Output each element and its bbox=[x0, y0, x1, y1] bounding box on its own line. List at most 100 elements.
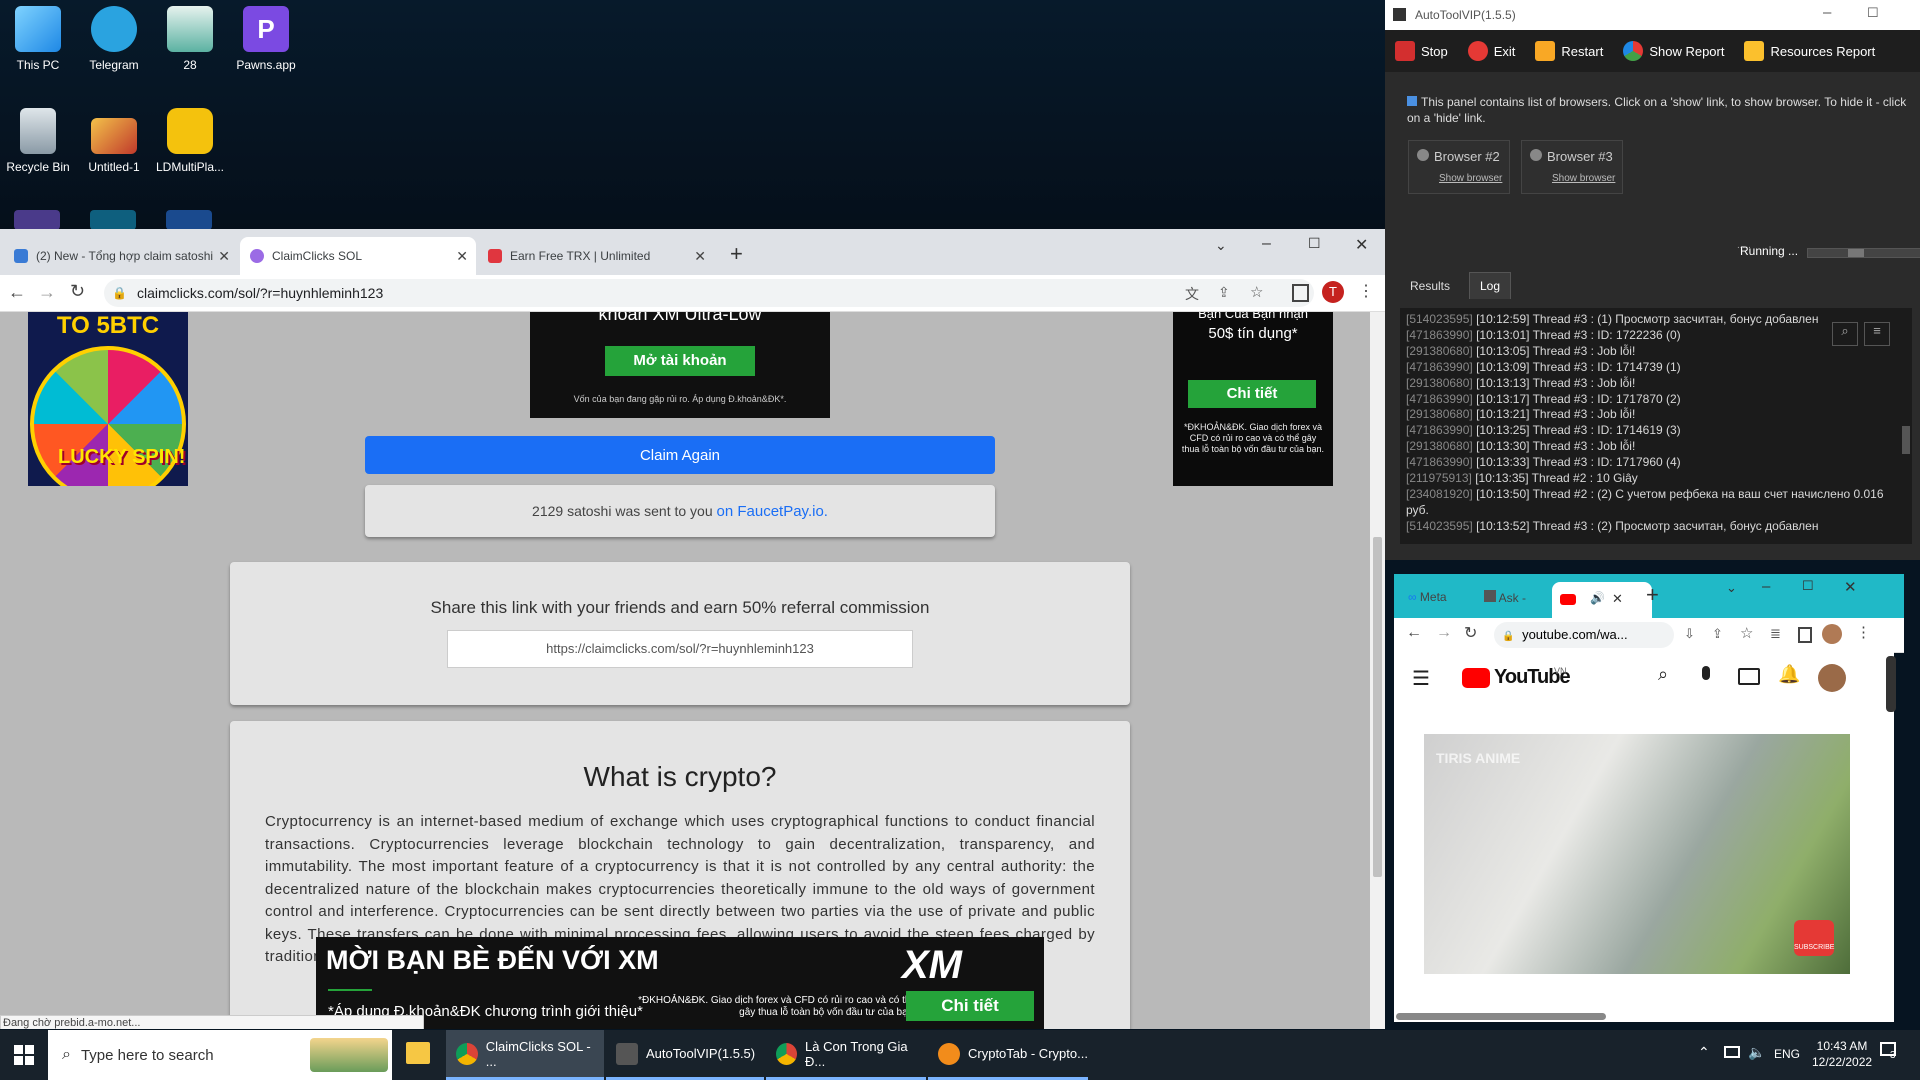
referral-link-field[interactable]: https://claimclicks.com/sol/?r=huynhlemi… bbox=[447, 630, 913, 668]
xm-right-ad[interactable]: Bạn Của Bạn nhận 50$ tín dụng* Chi tiết … bbox=[1173, 312, 1333, 486]
tab-tong-hop[interactable]: (2) New - Tổng hợp claim satoshi ✕ bbox=[4, 237, 238, 275]
video-player[interactable]: TIRIS ANIME SUBSCRIBE bbox=[1424, 734, 1850, 974]
new-tab-icon[interactable]: + bbox=[730, 241, 743, 267]
back-icon[interactable]: ← bbox=[1406, 624, 1422, 642]
desktop-icon-untitled[interactable]: Untitled-1 bbox=[76, 108, 152, 174]
clock[interactable]: 10:43 AM 12/22/2022 bbox=[1812, 1038, 1872, 1070]
windows-start-icon[interactable] bbox=[14, 1045, 34, 1065]
share-icon[interactable]: ⇪ bbox=[1712, 626, 1723, 642]
ad-details-button[interactable]: Chi tiết bbox=[906, 991, 1034, 1021]
volume-icon[interactable]: 🔈 bbox=[1748, 1044, 1765, 1061]
tab-ask[interactable]: Ask - bbox=[1484, 590, 1526, 605]
microphone-icon[interactable] bbox=[1702, 666, 1710, 680]
menu-icon[interactable]: ≡ bbox=[1864, 322, 1890, 346]
taskbar-app-cryptotab[interactable]: CryptoTab - Crypto... bbox=[928, 1030, 1088, 1080]
show-report-button[interactable]: Show Report bbox=[1623, 41, 1724, 61]
translate-icon[interactable]: 文 bbox=[1185, 284, 1199, 304]
maximize-icon[interactable]: ☐ bbox=[1308, 235, 1321, 252]
taskbar-app-autotool[interactable]: AutoToolVIP(1.5.5) bbox=[606, 1030, 764, 1080]
file-explorer-icon[interactable] bbox=[406, 1042, 430, 1064]
search-icon[interactable]: ⌕ bbox=[1658, 664, 1668, 685]
profile-avatar[interactable] bbox=[1822, 624, 1842, 644]
log-scrollbar[interactable] bbox=[1900, 308, 1912, 544]
app-icon[interactable] bbox=[14, 210, 60, 230]
tab-search-chevron-icon[interactable]: ⌄ bbox=[1215, 237, 1227, 254]
omnibox[interactable]: 🔒 youtube.com/wa... bbox=[1494, 622, 1674, 648]
stop-button[interactable]: Stop bbox=[1395, 41, 1448, 61]
desktop-icon-ldmultiplayer[interactable]: LDMultiPla... bbox=[152, 108, 228, 174]
ad-open-account-button[interactable]: Mở tài khoản bbox=[605, 346, 755, 376]
resources-report-button[interactable]: Resources Report bbox=[1744, 41, 1875, 61]
reload-icon[interactable]: ↻ bbox=[70, 281, 85, 302]
taskbar-app-chrome2[interactable]: Là Con Trong Gia Đ... bbox=[766, 1030, 926, 1080]
xm-bottom-ad[interactable]: MỜI BẠN BÈ ĐẾN VỚI XM *Áp dụng Đ.khoản&Đ… bbox=[316, 937, 1044, 1029]
input-language[interactable]: ENG bbox=[1774, 1047, 1800, 1061]
horizontal-scrollbar[interactable] bbox=[1396, 1013, 1606, 1020]
reading-list-icon[interactable]: ≣ bbox=[1770, 626, 1781, 642]
psd-file-icon[interactable] bbox=[166, 210, 212, 230]
taskbar-search-box[interactable]: ⌕ Type here to search bbox=[48, 1030, 392, 1080]
scrollbar-thumb[interactable] bbox=[1902, 426, 1910, 454]
page-scrollbar[interactable] bbox=[1370, 312, 1385, 1029]
bookmark-star-icon[interactable]: ☆ bbox=[1740, 624, 1753, 642]
desktop-icon-28[interactable]: 28 bbox=[152, 6, 228, 72]
profile-avatar[interactable]: T bbox=[1322, 281, 1344, 303]
show-browser-link[interactable]: Show browser bbox=[1552, 173, 1615, 184]
side-panel-icon[interactable] bbox=[1798, 627, 1812, 643]
lucky-spin-ad[interactable]: TO 5BTC LUCKY SPIN! bbox=[28, 312, 188, 486]
close-tab-icon[interactable]: ✕ bbox=[694, 248, 706, 265]
chrome-menu-icon[interactable]: ⋮ bbox=[1856, 623, 1871, 641]
bell-icon[interactable]: 🔔 bbox=[1778, 664, 1800, 685]
bookmark-star-icon[interactable]: ☆ bbox=[1250, 283, 1263, 301]
claim-again-button[interactable]: Claim Again bbox=[365, 436, 995, 474]
show-browser-link[interactable]: Show browser bbox=[1439, 173, 1502, 184]
minimize-icon[interactable]: – bbox=[1262, 235, 1271, 253]
exit-button[interactable]: Exit bbox=[1467, 41, 1515, 61]
tab-search-chevron-icon[interactable]: ⌄ bbox=[1726, 580, 1737, 596]
search-icon[interactable]: ⌕ bbox=[1832, 322, 1858, 346]
app-icon[interactable] bbox=[90, 210, 136, 230]
omnibox[interactable]: 🔒 claimclicks.com/sol/?r=huynhleminh123 bbox=[104, 279, 1314, 307]
tab-meta[interactable]: ∞ Meta bbox=[1408, 590, 1447, 604]
close-tab-icon[interactable]: ✕ bbox=[218, 248, 230, 265]
minimize-icon[interactable]: – bbox=[1823, 4, 1831, 21]
account-avatar[interactable] bbox=[1818, 664, 1846, 692]
tab-earn-trx[interactable]: Earn Free TRX | Unlimited ✕ bbox=[478, 237, 714, 275]
hamburger-menu-icon[interactable]: ☰ bbox=[1412, 666, 1430, 691]
close-tab-icon[interactable]: ✕ bbox=[456, 248, 468, 265]
desktop-icon-pawns[interactable]: P Pawns.app bbox=[228, 6, 304, 72]
ad-details-button[interactable]: Chi tiết bbox=[1188, 380, 1316, 408]
side-panel-icon[interactable] bbox=[1292, 284, 1309, 302]
minimize-icon[interactable]: – bbox=[1762, 578, 1770, 595]
share-icon[interactable]: ⇪ bbox=[1218, 284, 1230, 301]
desktop-icon-recycle-bin[interactable]: Recycle Bin bbox=[0, 108, 76, 174]
tab-log[interactable]: Log bbox=[1469, 272, 1512, 299]
install-icon[interactable]: ⇩ bbox=[1684, 626, 1695, 642]
tab-youtube[interactable]: 🔊 ✕ bbox=[1552, 582, 1652, 618]
create-video-icon[interactable] bbox=[1738, 668, 1760, 685]
close-window-icon[interactable]: ✕ bbox=[1844, 578, 1857, 596]
desktop-icon-telegram[interactable]: Telegram bbox=[76, 6, 152, 72]
tab-claimclicks[interactable]: ClaimClicks SOL ✕ bbox=[240, 237, 476, 275]
close-window-icon[interactable]: ✕ bbox=[1355, 235, 1368, 255]
forward-icon[interactable]: → bbox=[1436, 624, 1452, 642]
reload-icon[interactable]: ↻ bbox=[1464, 623, 1477, 643]
desktop-icon-this-pc[interactable]: This PC bbox=[0, 6, 76, 72]
scrollbar-thumb[interactable] bbox=[1373, 537, 1382, 877]
show-hidden-icons-icon[interactable]: ⌃ bbox=[1698, 1044, 1710, 1061]
close-tab-icon[interactable]: ✕ bbox=[1612, 591, 1623, 607]
faucetpay-link[interactable]: on FaucetPay.io. bbox=[717, 503, 828, 520]
restart-button[interactable]: Restart bbox=[1535, 41, 1603, 61]
xm-top-ad[interactable]: khoản XM Ultra-Low Mở tài khoản Vốn của … bbox=[530, 312, 830, 418]
subscribe-badge[interactable]: SUBSCRIBE bbox=[1794, 920, 1834, 956]
new-tab-icon[interactable]: + bbox=[1646, 582, 1659, 608]
tab-results[interactable]: Results bbox=[1400, 274, 1460, 298]
speaker-icon[interactable]: 🔊 bbox=[1590, 591, 1605, 605]
forward-icon[interactable]: → bbox=[38, 282, 56, 303]
network-icon[interactable] bbox=[1724, 1046, 1740, 1058]
notification-center-icon[interactable]: 3 bbox=[1880, 1042, 1900, 1062]
taskbar-app-claimclicks[interactable]: ClaimClicks SOL - ... bbox=[446, 1030, 604, 1080]
chrome-menu-icon[interactable]: ⋮ bbox=[1358, 281, 1374, 301]
back-icon[interactable]: ← bbox=[8, 282, 26, 303]
youtube-scrollbar-thumb[interactable] bbox=[1886, 656, 1896, 712]
